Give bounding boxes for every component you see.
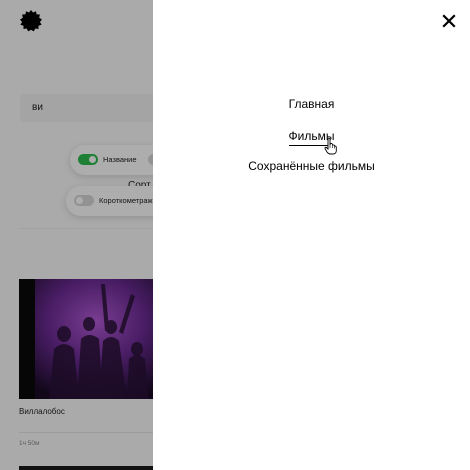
side-menu: Главная Фильмы Сохранённые фильмы	[153, 0, 470, 470]
menu-item-saved-movies[interactable]: Сохранённые фильмы	[153, 159, 470, 173]
menu-item-label: Сохранённые фильмы	[248, 159, 375, 173]
menu-item-label: Главная	[288, 97, 335, 111]
page: ви Название Сорт Короткометраж	[0, 0, 470, 470]
hand-cursor-icon	[324, 137, 337, 155]
close-icon[interactable]	[441, 13, 457, 29]
menu-item-movies[interactable]: Фильмы	[153, 129, 470, 146]
menu-item-home[interactable]: Главная	[153, 97, 470, 111]
